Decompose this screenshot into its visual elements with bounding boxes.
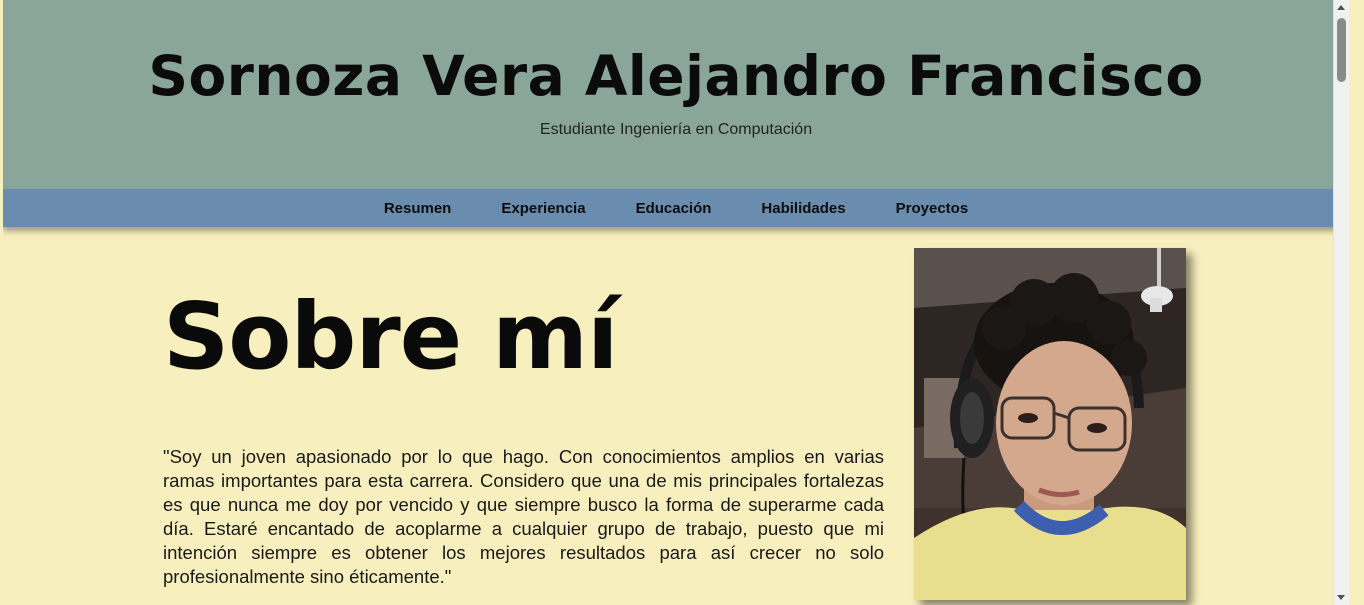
site-header: Sornoza Vera Alejandro Francisco Estudia…: [3, 0, 1349, 189]
header-name: Sornoza Vera Alejandro Francisco: [148, 44, 1204, 108]
nav-link-proyectos[interactable]: Proyectos: [896, 200, 969, 217]
profile-photo: [914, 248, 1186, 600]
page: Sornoza Vera Alejandro Francisco Estudia…: [3, 0, 1349, 605]
nav-link-experiencia[interactable]: Experiencia: [501, 200, 585, 217]
scroll-down-icon[interactable]: [1337, 595, 1345, 600]
scroll-up-icon[interactable]: [1337, 5, 1345, 10]
about-title: Sobre mí: [163, 283, 619, 390]
scroll-thumb[interactable]: [1337, 18, 1346, 82]
scrollbar[interactable]: [1333, 0, 1349, 605]
main-nav: Resumen Experiencia Educación Habilidade…: [3, 189, 1349, 227]
nav-link-educacion[interactable]: Educación: [636, 200, 712, 217]
header-subtitle: Estudiante Ingeniería en Computación: [539, 121, 813, 138]
nav-link-habilidades[interactable]: Habilidades: [761, 200, 845, 217]
about-text: "Soy un joven apasionado por lo que hago…: [163, 446, 884, 587]
nav-link-resumen[interactable]: Resumen: [384, 200, 452, 217]
